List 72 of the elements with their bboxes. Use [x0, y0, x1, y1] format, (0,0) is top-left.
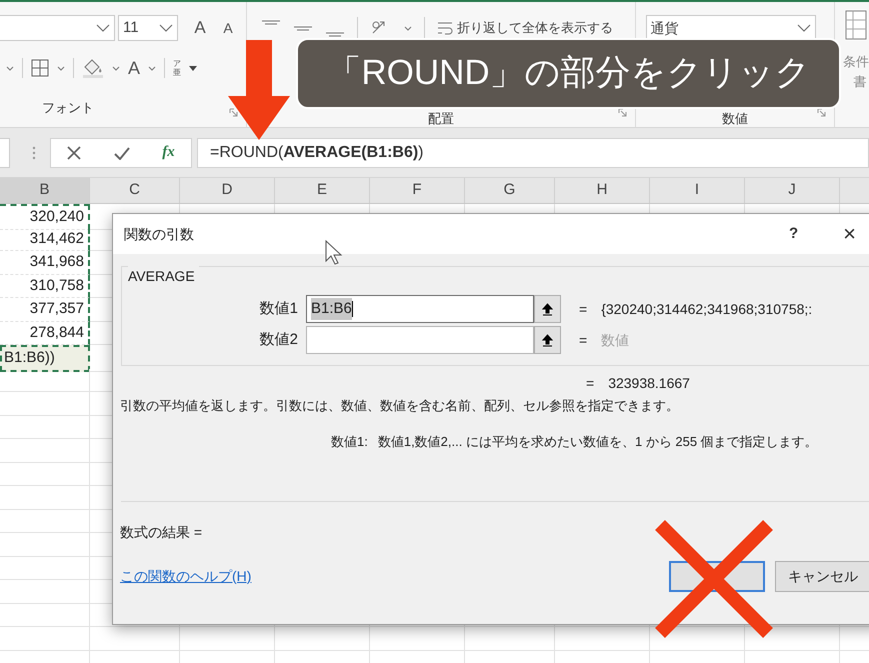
upload-arrow-icon [542, 334, 553, 346]
chevron-icon [159, 24, 173, 32]
editing-cell[interactable]: B1:B6)) [0, 345, 90, 372]
close-button[interactable]: × [843, 223, 856, 245]
column-header[interactable]: E [275, 178, 370, 203]
table-cell: 341,968 [0, 251, 90, 274]
collapse-button[interactable] [534, 326, 561, 354]
formula-result-label: 数式の結果 = [120, 524, 202, 540]
group-label: 配置 [428, 111, 454, 126]
styles-label: 条件 [843, 53, 869, 71]
font-color-button[interactable]: A [128, 59, 140, 77]
table-cell: 377,357 [0, 298, 90, 322]
equals-sign: = [579, 330, 588, 350]
wrap-text-button[interactable]: 折り返して全体を表示する [437, 18, 614, 38]
column-header[interactable]: D [180, 178, 275, 203]
formula-field[interactable]: =ROUND(AVERAGE(B1:B6)) [197, 138, 869, 168]
table-cell: 314,462 [0, 228, 90, 251]
fill-bucket-icon[interactable] [82, 58, 104, 78]
dialog-launcher-icon[interactable] [618, 108, 627, 117]
group-label: 数値 [722, 111, 748, 126]
conditional-format-icon[interactable] [845, 10, 867, 40]
column-header[interactable]: F [370, 178, 465, 203]
dialog-launcher-icon[interactable] [817, 108, 826, 117]
chevron-icon [96, 24, 110, 32]
grow-font-button[interactable]: A [189, 15, 211, 41]
check-icon[interactable] [114, 146, 130, 160]
equals-sign: = [586, 374, 594, 392]
group-label: フォント [42, 98, 94, 117]
caret-icon [112, 66, 120, 70]
column-header[interactable]: H [555, 178, 650, 203]
function-description: 引数の平均値を返します。引数には、数値、数値を含む名前、配列、セル参照を指定できます。 [119, 397, 680, 415]
phonetic-guide-button[interactable]: ア 亜 [173, 59, 182, 77]
dialog-launcher-icon[interactable] [229, 108, 238, 117]
equals-sign: = [579, 300, 588, 318]
column-header[interactable]: G [465, 178, 555, 203]
function-result: 323938.1667 [608, 374, 690, 392]
argument-field[interactable] [306, 326, 534, 354]
column-header[interactable]: B [0, 178, 90, 203]
caret-icon [189, 66, 198, 70]
table-cell: 310,758 [0, 274, 90, 298]
argument-field[interactable]: B1:B6 [306, 295, 534, 323]
cancel-icon[interactable] [67, 146, 82, 160]
column-header[interactable]: C [90, 178, 180, 203]
argument-label: 数値2 [258, 330, 299, 350]
column-header[interactable]: J [745, 178, 840, 203]
caret-icon [404, 26, 412, 30]
font-size-dropdown[interactable]: 11 [118, 15, 178, 41]
callout: 「ROUND」の部分をクリック [296, 38, 841, 109]
drag-handle-icon[interactable] [32, 144, 36, 160]
help-button[interactable]: ? [788, 222, 798, 246]
down-arrow-icon [228, 40, 290, 140]
caret-icon [6, 66, 14, 70]
table-cell: 320,240 [0, 204, 90, 230]
collapse-button[interactable] [534, 295, 561, 323]
shrink-font-button[interactable]: A [218, 18, 238, 38]
insert-function-button[interactable]: fx [162, 141, 175, 164]
wrap-text-label: 折り返して全体を表示する [457, 19, 614, 38]
column-header[interactable]: I [650, 178, 745, 203]
argument-description: 数値1,数値2,... には平均を求めたい数値を、1 から 255 個まで指定します。 [378, 432, 818, 450]
dialog-title: 関数の引数 [124, 224, 194, 244]
upload-arrow-icon [542, 302, 553, 316]
argument-label: 数値1 [258, 298, 299, 319]
chevron-icon [796, 24, 811, 32]
argument-result: {320240;314462;341968;310758;: [601, 300, 812, 319]
caret-icon [148, 66, 156, 70]
caret-icon [57, 66, 65, 70]
argument-name: 数値1: [331, 432, 368, 450]
help-link[interactable]: この関数のヘルプ(H) [120, 566, 252, 587]
styles-label: 書 [854, 72, 866, 90]
cancel-button[interactable]: キャンセル [775, 561, 869, 592]
borders-icon[interactable] [31, 59, 49, 77]
argument-result: 数値 [601, 330, 630, 350]
